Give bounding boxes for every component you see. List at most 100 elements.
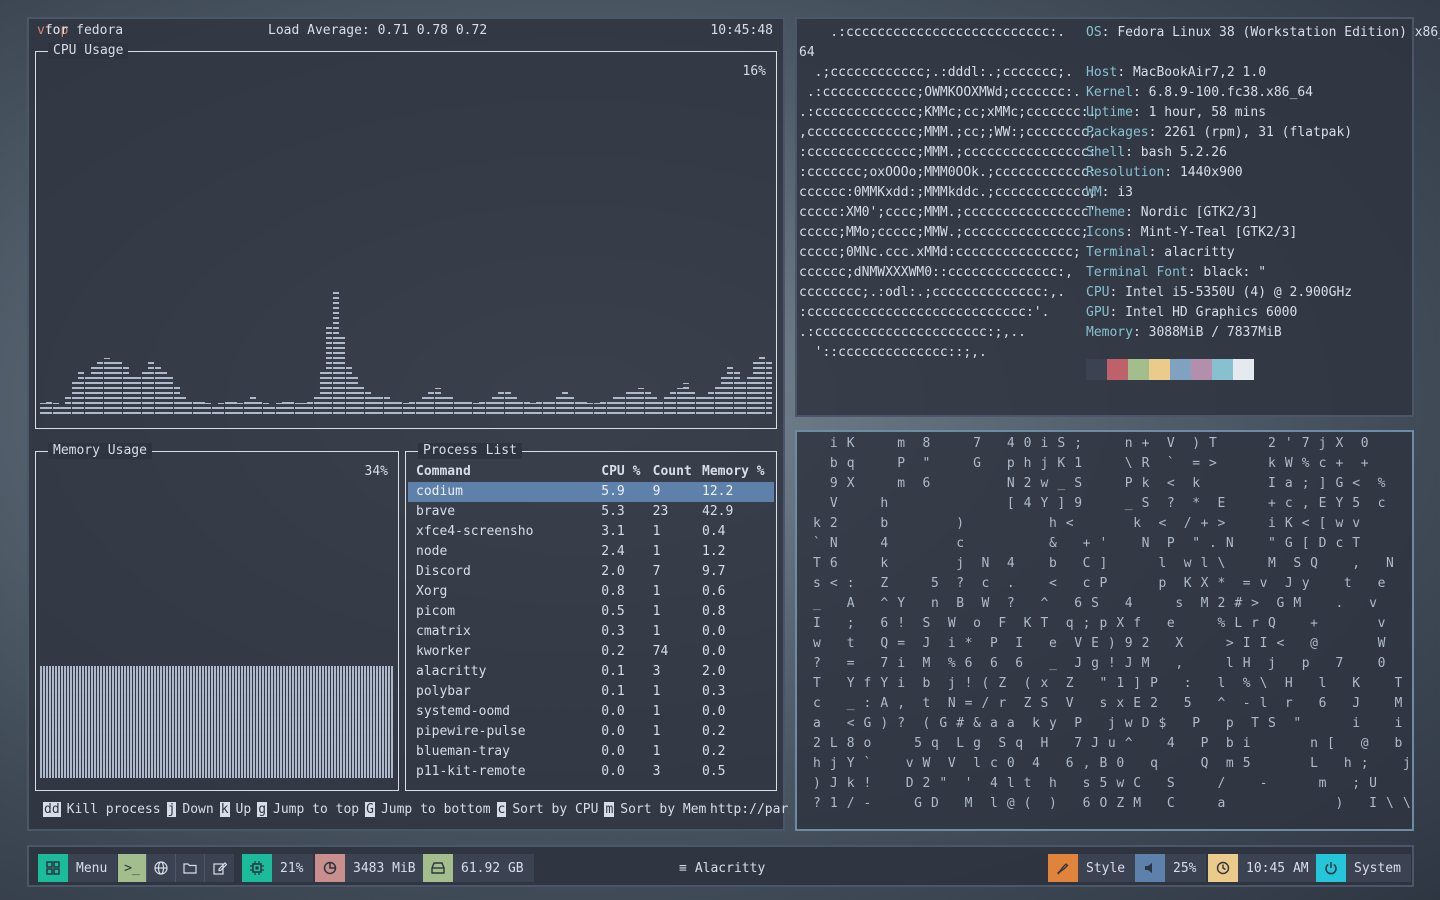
cpu-graph-column [199,401,206,414]
column-memory[interactable]: Memory % [702,462,774,482]
cpu-graph-column [250,396,257,414]
info-label: Uptime [1086,105,1133,120]
menu-module[interactable]: Menu [38,854,118,882]
info-row: Host: MacBookAir7,2 1.0 [1086,63,1440,83]
keybind-label: Kill process [66,802,161,817]
cpu-graph-column [415,399,422,414]
memory-graph [40,666,394,778]
column-count[interactable]: Count [653,462,702,482]
process-memory: 0.6 [702,584,726,599]
process-row[interactable]: Discord 2.0 7 9.7 [408,562,774,582]
cpu-graph-column [59,403,66,414]
process-row[interactable]: systemd-oomd 0.0 1 0.0 [408,702,774,722]
info-value: Mint-Y-Teal [GTK2/3] [1140,225,1298,240]
process-command: node [416,544,448,559]
process-row[interactable]: Xorg 0.8 1 0.6 [408,582,774,602]
process-row[interactable]: cmatrix 0.3 1 0.0 [408,622,774,642]
cpu-graph-column [78,371,85,414]
palette-swatch [1212,359,1233,380]
process-row[interactable]: pipewire-pulse 0.0 1 0.2 [408,722,774,742]
volume-module[interactable]: 25% [1135,854,1207,882]
info-separator: : [1117,65,1133,80]
cmatrix-terminal-window[interactable]: i K m 8 7 4 0 i S ; n + V ) T 2 ' 7 j X … [795,430,1414,831]
keybind-hint: m Sort by Mem [604,802,706,817]
info-separator: : [1125,145,1141,160]
process-count: 74 [652,644,669,659]
info-label: CPU [1086,285,1110,300]
column-command[interactable]: Command [408,462,601,482]
process-row[interactable]: node 2.4 1 1.2 [408,542,774,562]
process-cpu: 0.5 [601,604,625,619]
fedora-ascii-logo: .:cccccccccccccccccccccccccc:. 64 .;ccccc… [799,23,1096,363]
launcher-module: >_ [118,854,234,882]
process-row[interactable]: polybar 0.1 1 0.3 [408,682,774,702]
keybind-hint: c Sort by CPU [496,802,598,817]
process-row[interactable]: picom 0.5 1 0.8 [408,602,774,622]
memory-module: 3483 MiB [315,854,426,882]
cpu-graph-column [326,325,333,414]
process-count: 1 [652,624,661,639]
process-command: alacritty [416,664,487,679]
matrix-line: s < : Z 5 ? c . < c P p K X * = v J y t … [813,576,1387,591]
info-label: WM [1086,185,1102,200]
cpu-graph-column [281,401,288,414]
keybind-key: dd [43,802,61,817]
process-cpu: 0.2 [601,644,625,659]
process-table: Command CPU % Count Memory % codium 5.9 9 1… [408,462,774,782]
process-command: blueman-tray [416,744,510,759]
process-memory: 2.0 [702,664,726,679]
column-cpu[interactable]: CPU % [601,462,652,482]
cpu-graph-column [434,387,441,414]
cpu-graph-column [555,394,562,414]
info-value: i3 [1117,185,1133,200]
cpu-graph-column [275,402,282,414]
cpu-graph-column [663,396,670,414]
neofetch-terminal-window[interactable]: .:cccccccccccccccccccccccccc:. 64 .;ccccc… [795,17,1440,417]
process-row[interactable]: p11-kit-remote 0.0 3 0.5 [408,762,774,782]
polybar: Menu >_ 21% 3483 MiB 61.92 GB ≡ Alacritt… [27,845,1414,887]
process-row[interactable]: brave 5.3 23 42.9 [408,502,774,522]
info-row: Resolution: 1440x900 [1086,163,1440,183]
system-module[interactable]: System [1316,854,1411,882]
folder-icon[interactable] [176,854,205,882]
style-module[interactable]: Style [1048,854,1136,882]
info-separator: : [1101,25,1118,40]
info-row: Terminal: alacritty [1086,243,1440,263]
keybind-key: g [257,802,268,817]
disk-module: 61.92 GB [423,854,534,882]
memory-usage-panel: Memory Usage 34% [35,443,399,791]
process-row[interactable]: codium 5.9 9 12.2 [408,482,774,502]
terminal-icon[interactable]: >_ [118,854,147,882]
cpu-graph-column [103,357,110,414]
cpu-graph-column [237,402,244,414]
process-row[interactable]: blueman-tray 0.0 1 0.2 [408,742,774,762]
cpu-graph-column [542,401,549,414]
matrix-line: T 6 k j N 4 b C ] l w l \ M S Q , N [813,556,1395,571]
cpu-graph-column [383,394,390,414]
matrix-line: I ; 6 ! S W o F K T q ; p X f e % L r Q … [813,616,1387,631]
cpu-graph-column [65,396,72,414]
process-row[interactable]: kworker 0.2 74 0.0 [408,642,774,662]
process-row[interactable]: alacritty 0.1 3 2.0 [408,662,774,682]
info-row: GPU: Intel HD Graphics 6000 [1086,303,1440,323]
edit-icon[interactable] [205,854,234,882]
cpu-graph-column [154,366,161,414]
memory-percent: 34% [364,464,388,479]
process-memory: 0.2 [702,724,726,739]
cpu-graph-column [288,401,295,414]
globe-icon[interactable] [147,854,176,882]
cpu-graph-column [97,360,104,414]
footer-url[interactable]: http://par [710,802,788,817]
matrix-line: T Y f Y i b j ! ( Z ( x Z " 1 ] P : l % … [813,676,1403,691]
logo-line: :ccccccc;oxOOOo;MMM0OOk.;cccccccccccc: [799,165,1097,180]
info-row: Packages: 2261 (rpm), 31 (flatpak) [1086,123,1440,143]
process-row[interactable]: xfce4-screensho 3.1 1 0.4 [408,522,774,542]
info-label: Kernel [1086,85,1133,100]
vtop-terminal-window[interactable]: vtop for fedora Load Average: 0.71 0.78 … [27,17,788,831]
process-count: 3 [652,764,661,779]
keybind-label: Down [182,802,214,817]
process-count: 23 [652,504,669,519]
cpu-module: 21% [242,854,314,882]
cpu-graph-column [441,394,447,414]
process-command: Discord [416,564,471,579]
